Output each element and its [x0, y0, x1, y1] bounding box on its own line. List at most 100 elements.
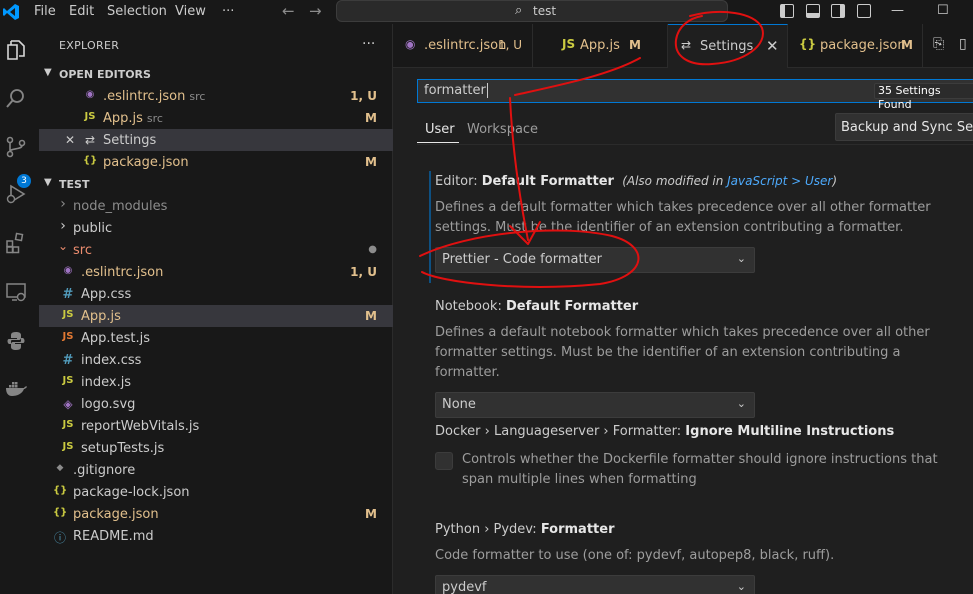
- title-bar: File Edit Selection View ··· ← → ⌕ test …: [0, 0, 973, 24]
- chevron-down-icon: ⌄: [736, 397, 746, 410]
- info-file-icon: ⓘ: [53, 531, 66, 545]
- menu-file[interactable]: File: [34, 4, 56, 19]
- tree-folder-src[interactable]: ⌄ src ●: [39, 239, 393, 261]
- tab-badge: M: [629, 38, 641, 52]
- tab-badge: M: [901, 38, 913, 52]
- tree-file-readme[interactable]: ⓘ README.md: [39, 525, 393, 547]
- maximize-button[interactable]: ☐: [937, 3, 949, 18]
- tree-folder-node-modules[interactable]: › node_modules: [39, 195, 393, 217]
- chevron-down-icon: ⌄: [736, 580, 746, 593]
- menu-edit[interactable]: Edit: [69, 4, 94, 19]
- setting-description: Defines a default formatter which takes …: [435, 200, 931, 235]
- split-editor-icon[interactable]: ▯: [959, 36, 967, 52]
- divider: [417, 144, 973, 145]
- tab-eslintrc[interactable]: ◉ .eslintrc.json 1, U: [393, 24, 533, 68]
- tab-label: App.js: [580, 38, 620, 53]
- tab-package-json[interactable]: {} package.json M: [788, 24, 923, 68]
- tree-file-eslintrc[interactable]: ◉ .eslintrc.json 1, U: [39, 261, 393, 283]
- extensions-icon[interactable]: [4, 231, 28, 255]
- menu-selection[interactable]: Selection: [107, 4, 167, 19]
- tree-file-report-web-vitals[interactable]: JS reportWebVitals.js: [39, 415, 393, 437]
- minimize-button[interactable]: —: [891, 3, 904, 18]
- setting-name: Default Formatter: [481, 174, 614, 189]
- tree-file-index-css[interactable]: # index.css: [39, 349, 393, 371]
- back-arrow-icon[interactable]: ←: [282, 2, 295, 20]
- remote-explorer-icon[interactable]: [4, 280, 28, 304]
- settings-editor: formatter 35 Settings Found ☰ User Works…: [393, 68, 973, 594]
- vscode-logo-icon[interactable]: [2, 3, 20, 21]
- open-editor-package-json[interactable]: {} package.json M: [39, 151, 393, 173]
- tab-settings[interactable]: ⇄ Settings ✕: [668, 24, 788, 68]
- tree-file-app-js[interactable]: JS App.js M: [39, 305, 393, 327]
- ignore-multiline-checkbox[interactable]: [435, 452, 453, 470]
- tree-file-package-lock[interactable]: {} package-lock.json: [39, 481, 393, 503]
- customize-layout-icon[interactable]: [857, 4, 871, 18]
- workspace-header[interactable]: ▼ TEST: [39, 173, 393, 195]
- backup-sync-button[interactable]: Backup and Sync Settings: [835, 113, 973, 141]
- json-file-icon: {}: [53, 485, 68, 496]
- tree-folder-public[interactable]: › public: [39, 217, 393, 239]
- setting-title: Editor: Default Formatter (Also modified…: [435, 174, 838, 189]
- search-icon[interactable]: [4, 86, 28, 110]
- tab-workspace-settings[interactable]: Workspace: [467, 122, 538, 137]
- open-editor-eslintrc[interactable]: ◉ .eslintrc.json src 1, U: [39, 85, 393, 107]
- tree-item-label: App.css: [81, 287, 132, 302]
- css-file-icon: #: [62, 287, 74, 302]
- close-icon[interactable]: ✕: [63, 133, 77, 147]
- open-editors-header[interactable]: ▼ OPEN EDITORS: [39, 63, 393, 85]
- toggle-primary-sidebar-icon[interactable]: [780, 4, 794, 18]
- modified-in-link[interactable]: JavaScript > User: [727, 174, 832, 188]
- open-editor-name: package.json: [103, 155, 189, 170]
- toggle-secondary-sidebar-icon[interactable]: [831, 4, 845, 18]
- menu-more[interactable]: ···: [222, 4, 234, 19]
- editor-tab-bar: ◉ .eslintrc.json 1, U JS App.js M ⇄ Sett…: [393, 24, 973, 68]
- setting-notebook-default-formatter: Notebook: Default Formatter Defines a de…: [435, 299, 973, 418]
- source-control-icon[interactable]: [4, 135, 28, 159]
- tree-file-logo-svg[interactable]: ◈ logo.svg: [39, 393, 393, 415]
- open-editor-name: Settings: [103, 133, 157, 148]
- open-editor-path: src: [189, 90, 206, 103]
- chevron-down-icon: ⌄: [736, 252, 746, 265]
- setting-title: Python › Pydev: Formatter: [435, 522, 615, 537]
- menu-view[interactable]: View: [175, 4, 206, 19]
- tree-file-setup-tests[interactable]: JS setupTests.js: [39, 437, 393, 459]
- test-js-file-icon: JS: [62, 331, 74, 342]
- notebook-default-formatter-select[interactable]: None ⌄: [435, 392, 755, 418]
- editor-default-formatter-select[interactable]: Prettier - Code formatter ⌄: [435, 247, 755, 273]
- file-status: 1, U: [350, 265, 377, 279]
- open-settings-json-icon[interactable]: ⎘: [933, 36, 944, 52]
- settings-search-input[interactable]: formatter 35 Settings Found ☰: [417, 79, 973, 111]
- open-editor-appjs[interactable]: JS App.js src M: [39, 107, 393, 129]
- python-icon[interactable]: [4, 329, 28, 353]
- tree-file-app-css[interactable]: # App.css: [39, 283, 393, 305]
- command-center-text: test: [533, 4, 557, 18]
- docker-icon[interactable]: [4, 376, 28, 400]
- js-file-icon: JS: [62, 375, 74, 386]
- tree-file-app-test-js[interactable]: JS App.test.js: [39, 327, 393, 349]
- tree-file-package-json[interactable]: {} package.json M: [39, 503, 393, 525]
- toggle-panel-icon[interactable]: [806, 4, 820, 18]
- command-center[interactable]: ⌕ test: [336, 0, 728, 22]
- settings-icon: ⇄: [681, 38, 692, 52]
- tab-user-settings[interactable]: User: [425, 122, 455, 137]
- explorer-icon[interactable]: [4, 38, 28, 62]
- close-icon[interactable]: ✕: [766, 37, 779, 55]
- open-editor-name: .eslintrc.json: [103, 89, 186, 104]
- json-file-icon: {}: [799, 37, 817, 51]
- run-debug-icon[interactable]: [4, 182, 28, 206]
- tab-app-js[interactable]: JS App.js M: [533, 24, 668, 68]
- tree-item-label: package.json: [73, 507, 159, 522]
- chevron-down-icon: ▼: [44, 67, 52, 78]
- setting-name: Formatter: [540, 522, 615, 537]
- js-file-icon: JS: [562, 37, 576, 51]
- forward-arrow-icon[interactable]: →: [309, 2, 322, 20]
- open-editor-settings[interactable]: ✕ ⇄ Settings: [39, 129, 393, 151]
- open-editor-path: src: [146, 112, 163, 125]
- more-actions-icon[interactable]: ···: [362, 36, 375, 52]
- modified-indicator: (Also modified in JavaScript > User): [622, 174, 838, 188]
- explorer-sidebar: EXPLORER ··· ▼ OPEN EDITORS ◉ .eslintrc.…: [39, 24, 393, 594]
- chevron-right-icon: ›: [60, 218, 66, 234]
- pydev-formatter-select[interactable]: pydevf ⌄: [435, 575, 755, 594]
- tree-file-gitignore[interactable]: ◆ .gitignore: [39, 459, 393, 481]
- tree-file-index-js[interactable]: JS index.js: [39, 371, 393, 393]
